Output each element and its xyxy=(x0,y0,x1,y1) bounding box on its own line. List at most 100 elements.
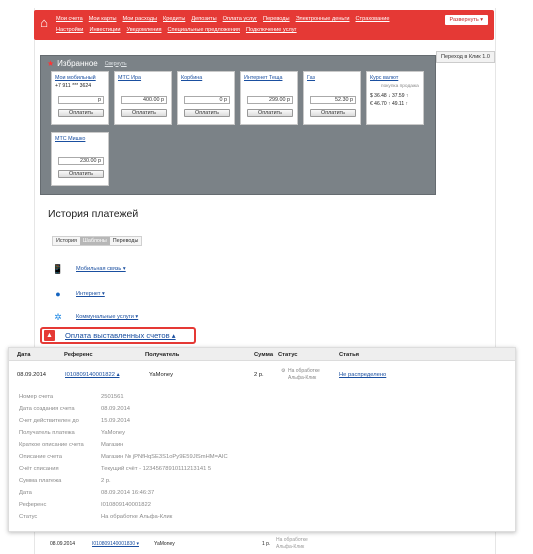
switch-old-version-button[interactable]: Переход в Клик 1.0 xyxy=(436,51,495,63)
detail-label: Референс xyxy=(19,502,47,508)
detail-label: Номер счета xyxy=(19,394,54,400)
row-sum: 2 р. xyxy=(254,372,264,378)
bills-table-popup: Дата Референс Получатель Сумма Статус Ст… xyxy=(8,347,516,532)
detail-label: Описание счета xyxy=(19,454,62,460)
favorites-panel: ★ Избранное Свернуть Мои мобильный +7 91… xyxy=(40,55,436,195)
detail-value: Магазин xyxy=(101,442,124,448)
nav-row-2: Настройки Инвестиции Уведомления Специал… xyxy=(56,27,297,33)
pay-button[interactable]: Оплатить xyxy=(58,109,104,117)
detail-value: 2 р. xyxy=(101,478,111,484)
favorite-card: Корбина 0 р Оплатить xyxy=(177,71,235,125)
card-title[interactable]: Корбина xyxy=(181,75,202,81)
pay-button[interactable]: Оплатить xyxy=(247,109,293,117)
star-icon: ★ xyxy=(47,59,55,68)
row-recipient: YaMoney xyxy=(154,541,175,547)
amount-input[interactable]: 400.00 р xyxy=(121,96,167,104)
nav-transfers[interactable]: Переводы xyxy=(263,16,290,22)
detail-value: 15.09.2014 xyxy=(101,418,131,424)
card-title[interactable]: Интернет Теща xyxy=(244,75,282,81)
row-reference-link[interactable]: I010809140001830 ▾ xyxy=(92,541,139,547)
amount-input[interactable]: р xyxy=(58,96,104,104)
home-icon[interactable]: ⌂ xyxy=(37,16,51,30)
amount-input[interactable]: 52.30 р xyxy=(310,96,356,104)
col-date: Дата xyxy=(17,352,31,358)
detail-value: Текущий счёт - 12345678910111213141 5 xyxy=(101,466,212,472)
expand-button[interactable]: Развернуть ▾ xyxy=(444,15,488,25)
nav-investments[interactable]: Инвестиции xyxy=(89,27,120,33)
table-header: Дата Референс Получатель Сумма Статус Ст… xyxy=(9,348,515,361)
pay-button[interactable]: Оплатить xyxy=(184,109,230,117)
row-status-1: На обработке xyxy=(288,368,320,374)
row-article-link[interactable]: Не распределено xyxy=(339,372,386,378)
tab-history[interactable]: История xyxy=(53,237,80,245)
detail-label: Дата создания счета xyxy=(19,406,75,412)
category-mobile[interactable]: 📱 Мобильная связь ▾ xyxy=(52,263,126,275)
detail-value: 08.09.2014 16:46:37 xyxy=(101,490,155,496)
status-icon: ⚙ xyxy=(281,368,286,374)
card-title[interactable]: Газ xyxy=(307,75,315,81)
nav-special-offers[interactable]: Специальные предложения xyxy=(168,27,240,33)
category-label[interactable]: Коммунальные услуги ▾ xyxy=(76,314,138,320)
favorite-card: Газ 52.30 р Оплатить xyxy=(303,71,361,125)
col-article: Статья xyxy=(339,352,360,358)
detail-value: I010809140001822 xyxy=(101,502,151,508)
row-status-2: Альфа-Клик xyxy=(276,544,305,550)
amount-input[interactable]: 0 р xyxy=(184,96,230,104)
favorites-title: Избранное xyxy=(57,59,98,68)
category-utilities[interactable]: ✲ Коммунальные услуги ▾ xyxy=(52,311,138,323)
favorite-card: МТС Ира 400.00 р Оплатить xyxy=(114,71,172,125)
card-title[interactable]: МТС Мишко xyxy=(55,136,85,142)
tab-transfers[interactable]: Переводы xyxy=(109,237,142,245)
detail-value: YaMoney xyxy=(101,430,126,436)
currency-rates-card: Курс валют покупка продажа $ 36.48 ↓ 37.… xyxy=(366,71,424,125)
row-sum: 1 р. xyxy=(262,541,271,547)
utilities-icon: ✲ xyxy=(54,311,62,322)
nav-my-cards[interactable]: Мои карты xyxy=(89,16,117,22)
globe-icon: ● xyxy=(55,289,61,299)
row-status-1: На обработке xyxy=(276,537,308,543)
nav-insurance[interactable]: Страхование xyxy=(356,16,390,22)
nav-notifications[interactable]: Уведомления xyxy=(127,27,162,33)
rates-header: покупка продажа xyxy=(381,84,419,89)
card-subtitle: +7 911 *** 3624 xyxy=(55,83,92,89)
pay-button[interactable]: Оплатить xyxy=(310,109,356,117)
row-date: 08.09.2014 xyxy=(17,372,47,378)
nav-credits[interactable]: Кредиты xyxy=(163,16,185,22)
detail-label: Счёт списания xyxy=(19,466,59,472)
detail-value: 08.09.2014 xyxy=(101,406,131,412)
amount-input[interactable]: 299.00 р xyxy=(247,96,293,104)
collapse-link[interactable]: Свернуть xyxy=(105,61,127,67)
rates-title[interactable]: Курс валют xyxy=(370,75,398,81)
rate-usd: $ 36.48 ↓ 37.59 ↑ xyxy=(370,93,409,99)
nav-my-expenses[interactable]: Мои расходы xyxy=(122,16,157,22)
detail-label: Счет действителен до xyxy=(19,418,79,424)
nav-e-money[interactable]: Электронные деньги xyxy=(296,16,350,22)
nav-my-accounts[interactable]: Мои счета xyxy=(56,16,83,22)
favorites-header: ★ Избранное Свернуть xyxy=(47,59,127,68)
detail-value: Магазин № jPNfHqSE3S1oPy9E59JlSmHM=AIC xyxy=(101,454,228,460)
category-label[interactable]: Интернет ▾ xyxy=(76,291,105,297)
rate-eur: € 46.70 ↑ 49.11 ↑ xyxy=(370,101,408,107)
row-reference-link[interactable]: I010809140001822 ▴ xyxy=(65,372,120,378)
detail-label: Статус xyxy=(19,514,38,520)
card-title[interactable]: МТС Ира xyxy=(118,75,141,81)
nav-deposits[interactable]: Депозиты xyxy=(191,16,216,22)
pay-button[interactable]: Оплатить xyxy=(121,109,167,117)
bill-icon: ▲ xyxy=(44,330,55,341)
col-reference: Референс xyxy=(64,352,93,358)
pay-button[interactable]: Оплатить xyxy=(58,170,104,178)
history-tabs: История Шаблоны Переводы xyxy=(52,236,143,246)
tab-templates[interactable]: Шаблоны xyxy=(79,237,110,245)
favorite-card: Интернет Теща 299.00 р Оплатить xyxy=(240,71,298,125)
nav-row-1: Мои счета Мои карты Мои расходы Кредиты … xyxy=(56,16,390,22)
category-internet[interactable]: ● Интернет ▾ xyxy=(52,288,105,300)
issued-bills-toggle[interactable]: ▲ Оплата выставленных счетов ▴ xyxy=(40,327,196,344)
card-title[interactable]: Мои мобильный xyxy=(55,75,96,81)
nav-settings[interactable]: Настройки xyxy=(56,27,83,33)
issued-bills-label[interactable]: Оплата выставленных счетов ▴ xyxy=(65,331,176,340)
top-nav: ⌂ Мои счета Мои карты Мои расходы Кредит… xyxy=(34,10,494,40)
amount-input[interactable]: 230.00 р xyxy=(58,157,104,165)
category-label[interactable]: Мобильная связь ▾ xyxy=(76,266,126,272)
nav-connect-services[interactable]: Подключение услуг xyxy=(246,27,297,33)
nav-pay-services[interactable]: Оплата услуг xyxy=(223,16,257,22)
